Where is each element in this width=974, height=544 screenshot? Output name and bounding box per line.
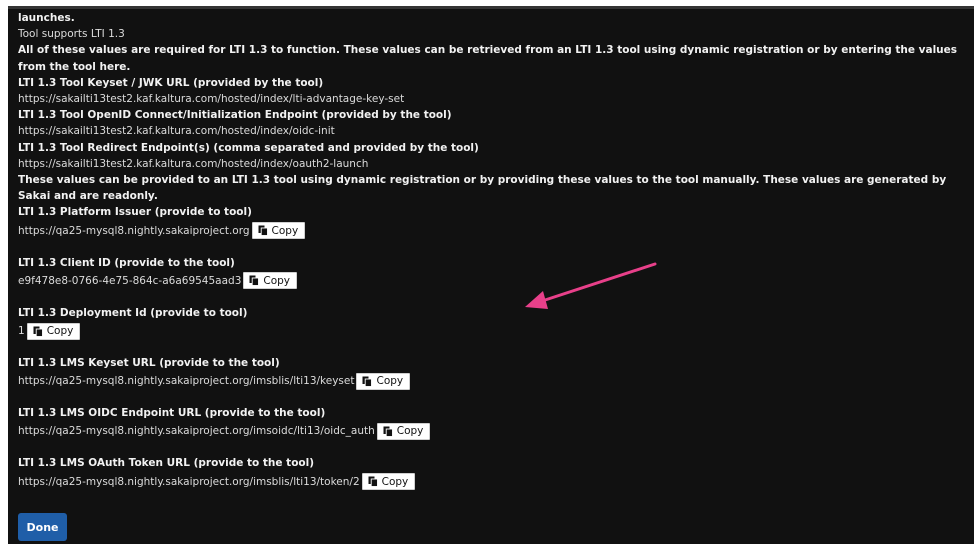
provided-notice: These values can be provided to an LTI 1… [18,174,947,203]
copy-button-label: Copy [271,224,299,237]
lti-info-panel: launches. Tool supports LTI 1.3 All of t… [8,6,974,544]
copy-lms-keyset-button[interactable]: Copy [356,372,411,390]
platform-issuer-value: https://qa25-mysql8.nightly.sakaiproject… [18,224,250,237]
client-id-value: e9f478e8-0766-4e75-864c-a6a69545aad3 [18,274,242,287]
deployment-id-value: 1 [18,324,25,337]
copy-button-label: Copy [396,425,424,438]
copy-lms-token-button[interactable]: Copy [361,473,416,491]
client-id-label: LTI 1.3 Client ID (provide to the tool) [18,256,235,269]
top-border [8,6,974,9]
tool-oidc-value: https://sakailti13test2.kaf.kaltura.com/… [18,125,335,138]
tool-oidc-label: LTI 1.3 Tool OpenID Connect/Initializati… [18,109,452,122]
platform-issuer-label: LTI 1.3 Platform Issuer (provide to tool… [18,206,252,219]
lms-token-label: LTI 1.3 LMS OAuth Token URL (provide to … [18,457,315,470]
lms-oidc-label: LTI 1.3 LMS OIDC Endpoint URL (provide t… [18,407,326,420]
lms-token-value: https://qa25-mysql8.nightly.sakaiproject… [18,475,360,488]
lms-token-row: https://qa25-mysql8.nightly.sakaiproject… [18,472,970,492]
tool-redirect-label: LTI 1.3 Tool Redirect Endpoint(s) (comma… [18,141,479,154]
deployment-id-label: LTI 1.3 Deployment Id (provide to tool) [18,306,248,319]
copy-icon [33,326,43,337]
client-id-row: e9f478e8-0766-4e75-864c-a6a69545aad3 Cop… [18,271,970,291]
copy-deployment-id-button[interactable]: Copy [26,322,81,340]
copy-client-id-button[interactable]: Copy [243,272,298,290]
copy-icon [258,225,268,237]
copy-icon [249,275,260,287]
copy-button-label: Copy [263,274,291,287]
platform-issuer-row: https://qa25-mysql8.nightly.sakaiproject… [18,221,970,241]
copy-button-label: Copy [46,325,74,338]
copy-button-label: Copy [376,375,404,388]
lms-keyset-value: https://qa25-mysql8.nightly.sakaiproject… [18,375,355,388]
tool-keyset-label: LTI 1.3 Tool Keyset / JWK URL (provided … [18,76,324,89]
copy-lms-oidc-button[interactable]: Copy [376,422,431,440]
lti-content: launches. Tool supports LTI 1.3 All of t… [18,10,970,492]
tool-keyset-value: https://sakailti13test2.kaf.kaltura.com/… [18,93,405,106]
copy-platform-issuer-button[interactable]: Copy [251,222,306,240]
deployment-id-row: 1 Copy [18,321,970,341]
lms-oidc-row: https://qa25-mysql8.nightly.sakaiproject… [18,421,970,441]
arrow-icon [525,262,657,309]
lms-oidc-value: https://qa25-mysql8.nightly.sakaiproject… [18,425,375,438]
launches-text: launches. [18,12,75,24]
tool-supports-text: Tool supports LTI 1.3 [18,28,125,41]
copy-button-label: Copy [381,475,409,488]
copy-icon [362,376,373,387]
required-notice: All of these values are required for LTI… [18,44,958,73]
done-button[interactable]: Done [18,513,67,541]
copy-icon [368,476,378,488]
copy-icon [383,426,393,437]
lms-keyset-label: LTI 1.3 LMS Keyset URL (provide to the t… [18,357,280,370]
lms-keyset-row: https://qa25-mysql8.nightly.sakaiproject… [18,371,970,391]
tool-redirect-value: https://sakailti13test2.kaf.kaltura.com/… [18,157,369,170]
